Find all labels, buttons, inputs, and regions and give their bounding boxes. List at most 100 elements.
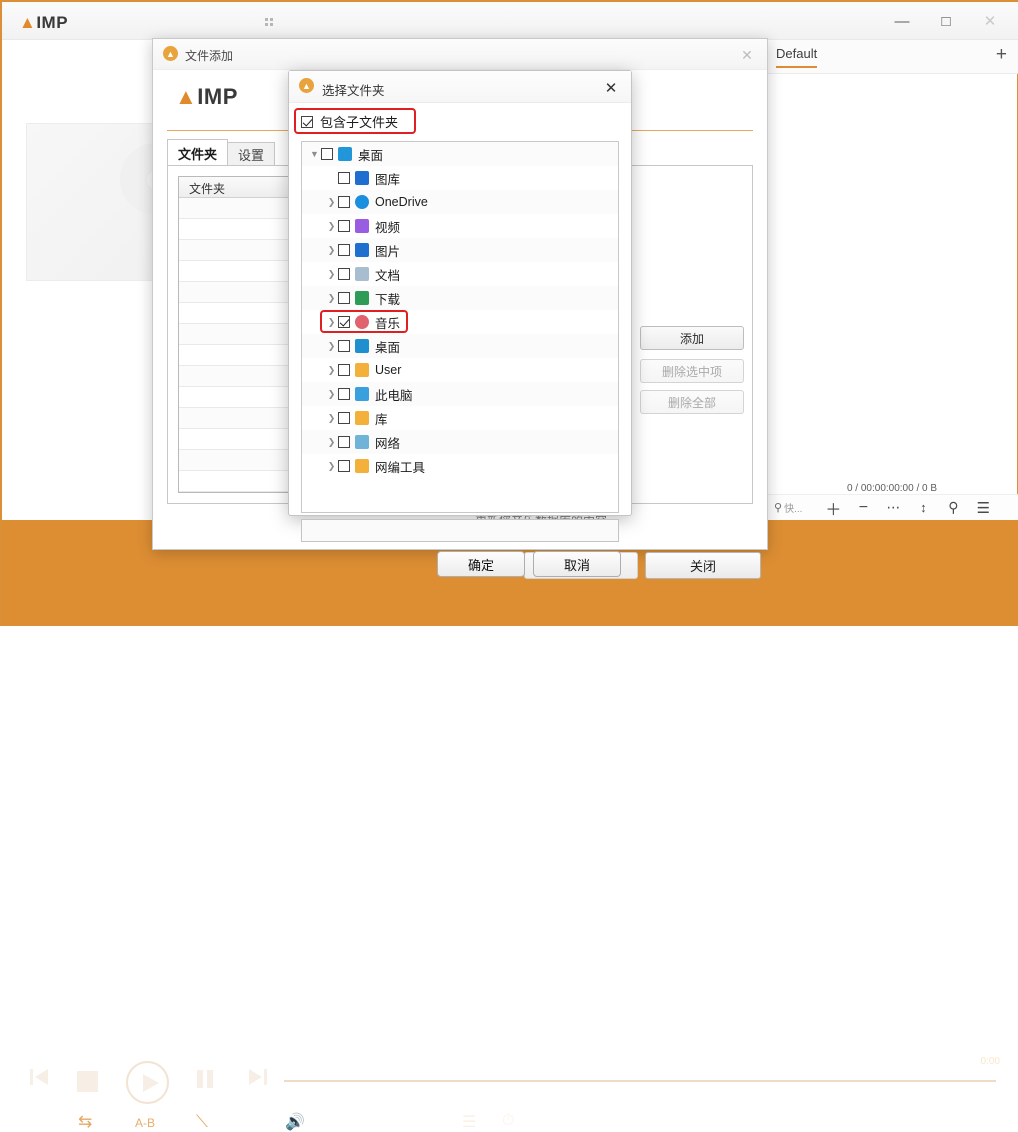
add-folder-button[interactable]: 添加 [640,326,744,350]
path-input[interactable] [301,519,619,542]
checkbox-icon[interactable] [338,436,350,448]
close-dialog-button[interactable]: 关闭 [645,552,761,579]
select-folder-close-button[interactable]: ✕ [600,78,622,98]
chevron-right-icon[interactable]: ❯ [325,293,338,304]
this-pc-icon [355,387,369,401]
tree-item-文档[interactable]: ❯文档 [302,262,618,286]
playlist-more-icon[interactable]: ⋯ [878,499,908,516]
chevron-right-icon[interactable]: ❯ [325,437,338,448]
chevron-right-icon[interactable]: ❯ [325,245,338,256]
aimp-logo-text: IMP [36,13,68,32]
tree-item-网络[interactable]: ❯ 网络 [302,430,618,454]
tree-item-下载[interactable]: ❯下载 [302,286,618,310]
volume-icon[interactable]: 🔊 [285,1112,305,1132]
tree-item-User[interactable]: ❯User [302,358,618,382]
shuffle-icon[interactable]: ⟍ [196,1112,208,1132]
checkbox-icon[interactable] [338,196,350,208]
tree-item-label: 网络 [375,433,400,452]
checkbox-icon[interactable] [338,364,350,376]
quick-search-field[interactable]: ⚲ 快... [774,500,802,515]
playlist-sort-icon[interactable]: ↕ [908,500,938,515]
checkbox-icon[interactable] [338,244,350,256]
tree-item-OneDrive[interactable]: ❯OneDrive [302,190,618,214]
tree-item-label: 此电脑 [375,385,413,404]
stop-button[interactable] [77,1071,98,1092]
checkbox-icon[interactable] [338,316,350,328]
select-folder-dialog: ▲ 选择文件夹 ✕ 包含子文件夹 ▼桌面图库❯OneDrive❯视频❯图片❯文档… [288,70,632,516]
clock-icon[interactable]: ⏱ [502,1112,514,1130]
maximize-button[interactable]: □ [924,2,968,40]
file-add-dialog-close-button[interactable]: ✕ [735,44,759,66]
chevron-right-icon[interactable]: ❯ [325,197,338,208]
tree-item-桌面[interactable]: ▼桌面 [302,142,618,166]
play-button[interactable] [126,1061,169,1104]
aimp-logo-text: IMP [197,84,238,109]
tree-item-网编工具[interactable]: ❯ 网编工具 [302,454,618,478]
playlist-tab-default[interactable]: Default [776,46,817,68]
ok-button[interactable]: 确定 [437,551,525,577]
chevron-right-icon[interactable]: ❯ [325,221,338,232]
chevron-right-icon[interactable]: ❯ [325,341,338,352]
tree-item-视频[interactable]: ❯ 视频 [302,214,618,238]
chevron-right-icon[interactable]: ❯ [325,461,338,472]
playlist-status: 0 / 00:00:00:00 / 0 B [767,483,1017,494]
checkbox-icon[interactable] [321,148,333,160]
checkbox-icon[interactable] [338,292,350,304]
tree-item-label: 视频 [375,217,400,236]
repeat-icon[interactable]: ⇆ [78,1112,92,1132]
next-track-button[interactable] [247,1067,269,1092]
checkbox-icon[interactable] [338,388,350,400]
tree-item-此电脑[interactable]: ❯ 此电脑 [302,382,618,406]
checkbox-icon[interactable] [338,412,350,424]
chevron-right-icon[interactable]: ❯ [325,317,338,328]
playlist-remove-icon[interactable]: − [848,499,878,517]
checkbox-icon[interactable] [338,340,350,352]
playlist-add-icon[interactable]: ＋ [818,496,848,520]
checkbox-icon[interactable] [338,172,350,184]
chevron-down-icon[interactable]: ▼ [308,149,321,159]
tree-item-label: 图库 [375,169,400,188]
tab-folders[interactable]: 文件夹 [167,139,228,166]
chevron-right-icon[interactable]: ❯ [325,269,338,280]
main-titlebar: ▲IMP — □ ✕ [2,2,1018,40]
checkbox-icon[interactable] [338,460,350,472]
chevron-right-icon[interactable]: ❯ [325,413,338,424]
close-button[interactable]: ✕ [968,2,1012,40]
tree-item-图库[interactable]: 图库 [302,166,618,190]
playlist-search-icon[interactable]: ⚲ [938,499,968,516]
music-icon [355,315,369,329]
folder-icon [355,459,369,473]
tab-settings[interactable]: 设置 [227,142,275,166]
tree-item-图片[interactable]: ❯ 图片 [302,238,618,262]
cancel-button[interactable]: 取消 [533,551,621,577]
tree-item-库[interactable]: ❯库 [302,406,618,430]
delete-all-button[interactable]: 删除全部 [640,390,744,414]
folder-tree[interactable]: ▼桌面图库❯OneDrive❯视频❯图片❯文档❯下载❯音乐❯桌面❯User❯此电… [301,141,619,513]
aimp-logo: ▲IMP [19,13,68,33]
previous-track-button[interactable] [28,1067,50,1092]
delete-selected-button[interactable]: 删除选中项 [640,359,744,383]
tree-item-音乐[interactable]: ❯音乐 [302,310,618,334]
folder-icon [355,411,369,425]
playlist-menu-icon[interactable]: ☰ [968,499,998,517]
checkbox-icon[interactable] [338,220,350,232]
tree-item-label: 网编工具 [375,457,425,476]
grip-dots-icon[interactable] [265,18,276,27]
chevron-right-icon[interactable]: ❯ [325,365,338,376]
tree-item-桌面[interactable]: ❯桌面 [302,334,618,358]
ab-repeat-button[interactable]: A-B [135,1116,155,1130]
volume-slider[interactable] [320,1122,414,1125]
equalizer-icon[interactable]: ☰ [462,1112,476,1132]
quick-search-placeholder: 快... [784,500,802,515]
chevron-right-icon[interactable]: ❯ [325,389,338,400]
playlist-add-tab-button[interactable]: + [996,46,1007,64]
minimize-button[interactable]: — [880,2,924,40]
playlist-tabbar: Default + [767,40,1018,74]
volume-slider-knob[interactable] [384,1117,397,1130]
pause-button[interactable] [196,1069,214,1094]
file-add-dialog-titlebar: ▲ 文件添加 ✕ [153,39,767,70]
tree-item-label: 图片 [375,241,400,260]
videos-icon [355,219,369,233]
checkbox-icon[interactable] [338,268,350,280]
seek-slider[interactable] [284,1080,996,1082]
